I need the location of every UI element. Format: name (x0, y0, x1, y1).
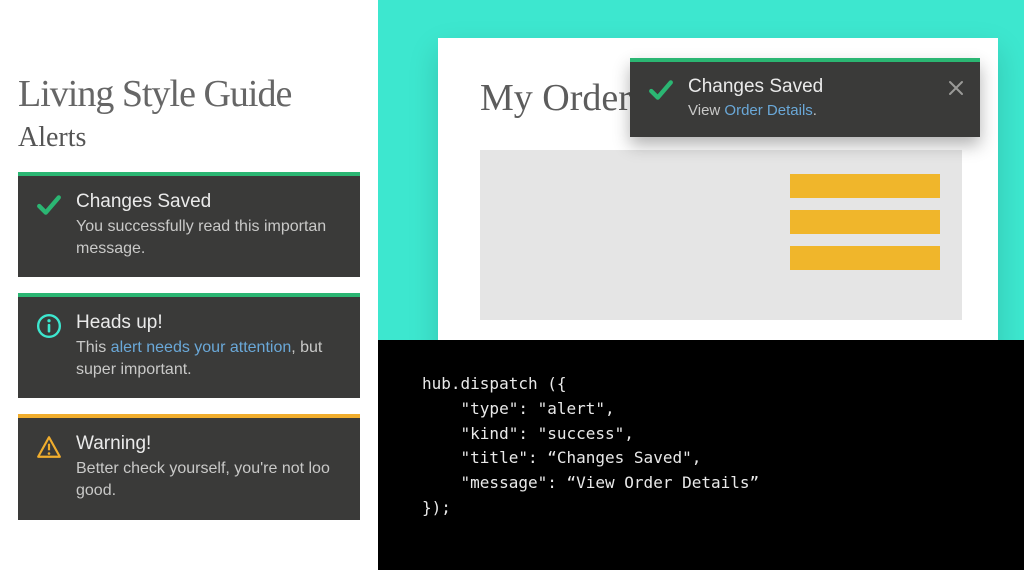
checkmark-icon (648, 77, 674, 103)
alert-body-line2: super important. (76, 361, 192, 378)
placeholder-bar (790, 246, 940, 270)
alert-info-example: Heads up! This alert needs your attentio… (18, 293, 360, 398)
alert-body-line2: good. (76, 482, 116, 499)
toast-body: View Order Details. (688, 101, 936, 121)
section-alerts-heading: Alerts (18, 122, 360, 154)
alert-title: Changes Saved (76, 191, 342, 213)
alert-body-prefix: This (76, 339, 111, 356)
placeholder-bar (790, 210, 940, 234)
alert-body-link[interactable]: alert needs your attention (111, 339, 292, 356)
alert-title: Heads up! (76, 312, 342, 334)
close-icon[interactable] (946, 78, 966, 98)
alert-warning-example: Warning! Better check yourself, you're n… (18, 414, 360, 519)
style-guide-panel: Living Style Guide Alerts Changes Saved … (0, 0, 378, 570)
toast-title: Changes Saved (688, 76, 936, 98)
info-icon (36, 313, 62, 339)
placeholder-bar (790, 174, 940, 198)
alert-body-text: You successfully read this importan (76, 218, 326, 235)
toast-body-prefix: View (688, 102, 724, 119)
alert-body: This alert needs your attention, but sup… (76, 337, 342, 380)
toast-body-suffix: . (813, 102, 817, 119)
toast-body-link[interactable]: Order Details (724, 102, 812, 119)
page-title: Living Style Guide (18, 72, 360, 116)
warning-icon (36, 434, 62, 460)
code-snippet: hub.dispatch ({ "type": "alert", "kind":… (378, 340, 1024, 570)
alert-success-example: Changes Saved You successfully read this… (18, 172, 360, 277)
toast-alert-success: Changes Saved View Order Details. (630, 58, 980, 137)
alert-body-mid: , but (291, 339, 322, 356)
content-placeholder (480, 150, 962, 320)
alert-title: Warning! (76, 433, 342, 455)
alert-body-text: Better check yourself, you're not loo (76, 460, 330, 477)
alert-body: Better check yourself, you're not loo go… (76, 458, 342, 501)
checkmark-icon (36, 192, 62, 218)
alert-body-line2: message. (76, 240, 145, 257)
alert-body: You successfully read this importan mess… (76, 216, 342, 259)
